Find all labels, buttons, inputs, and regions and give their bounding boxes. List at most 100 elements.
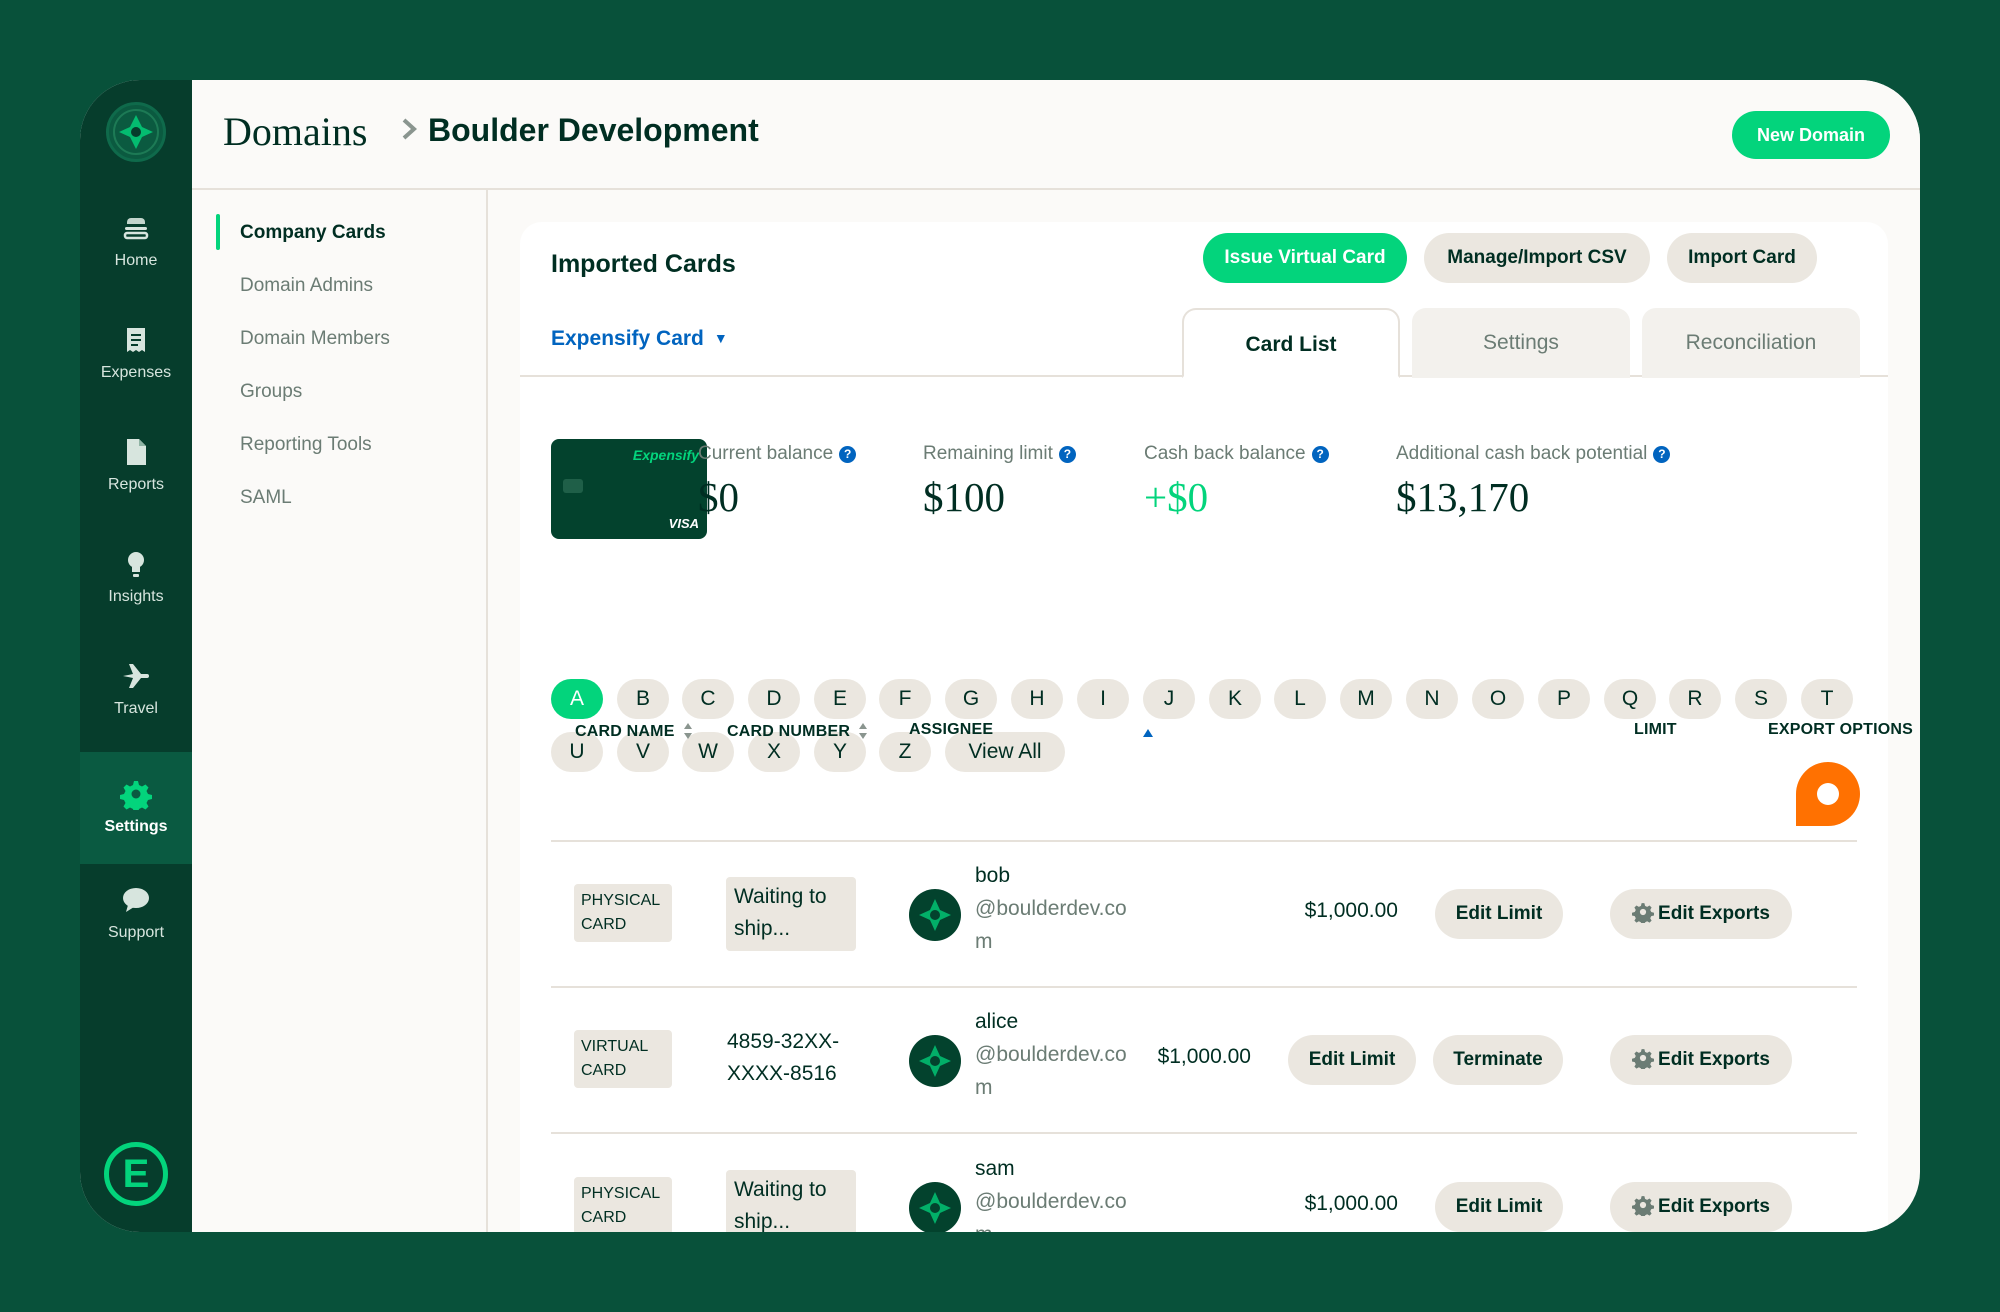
manage-import-csv-button[interactable]: Manage/Import CSV [1424, 233, 1650, 283]
chat-bubble-icon [123, 888, 149, 912]
letter-filter-button[interactable]: F [879, 679, 931, 719]
stat-value: $13,170 [1396, 474, 1530, 520]
letter-filter-button[interactable]: I [1077, 679, 1129, 719]
letter-filter-button[interactable]: G [945, 679, 997, 719]
card-type-line: VIRTUAL [581, 1038, 649, 1055]
button-label: Edit Exports [1658, 1049, 1770, 1070]
letter-filter-button[interactable]: D [748, 679, 800, 719]
edit-exports-button[interactable]: Edit Exports [1610, 1182, 1792, 1232]
letter-filter-button[interactable]: R [1669, 679, 1721, 719]
imported-cards-panel: Imported Cards Issue Virtual Card Manage… [520, 222, 1913, 1232]
subnav-saml[interactable]: SAML [240, 487, 292, 509]
button-label: Edit Exports [1658, 903, 1770, 924]
chat-launcher-icon[interactable] [1796, 762, 1860, 826]
gear-icon [120, 781, 152, 810]
letter-filter-button[interactable]: K [1209, 679, 1261, 719]
help-icon[interactable]: ? [839, 446, 857, 463]
stat-value: +$0 [1144, 474, 1209, 520]
card-number: 4859-32XX- XXXX-8516 [727, 1026, 839, 1090]
card-type-tag: PHYSICAL CARD [574, 884, 672, 942]
issue-virtual-card-button[interactable]: Issue Virtual Card [1203, 233, 1407, 283]
nav-reports[interactable]: Reports [80, 410, 192, 522]
nav-home[interactable]: Home [80, 186, 192, 298]
letter-filter-button[interactable]: M [1340, 679, 1392, 719]
letter-filter-button[interactable]: A [551, 679, 603, 719]
help-icon[interactable]: ? [1653, 446, 1671, 463]
stat-label: Cash back balance [1144, 443, 1306, 464]
table-divider [551, 1132, 1857, 1134]
document-icon [127, 439, 146, 465]
letter-filter-button[interactable]: J [1143, 679, 1195, 719]
card-feed-dropdown[interactable]: Expensify Card ▼ [551, 327, 728, 351]
breadcrumb-domains[interactable]: Domains [223, 108, 367, 155]
edit-exports-button[interactable]: Edit Exports [1610, 889, 1792, 939]
assignee-info: bob @boulderdev.co m [975, 859, 1165, 958]
letter-filter-button[interactable]: N [1406, 679, 1458, 719]
assignee-info: sam @boulderdev.co m [975, 1152, 1165, 1232]
help-icon[interactable]: ? [1058, 446, 1076, 463]
tab-card-list[interactable]: Card List [1182, 308, 1400, 378]
new-domain-button[interactable]: New Domain [1732, 111, 1890, 159]
nav-label: Expenses [100, 364, 172, 381]
letter-filter-button[interactable]: H [1011, 679, 1063, 719]
nav-expenses[interactable]: Expenses [80, 298, 192, 410]
terminate-button[interactable]: Terminate [1433, 1035, 1563, 1085]
sort-icon [859, 723, 868, 739]
header-card-name[interactable]: CARD NAME [575, 721, 693, 741]
column-header-label: CARD NAME [575, 723, 675, 740]
help-icon[interactable]: ? [1311, 446, 1329, 463]
letter-filter-button[interactable]: S [1735, 679, 1787, 719]
panel-title: Imported Cards [551, 250, 736, 278]
letter-filter-button[interactable]: B [617, 679, 669, 719]
edit-limit-button[interactable]: Edit Limit [1435, 1182, 1563, 1232]
subnav-reporting-tools[interactable]: Reporting Tools [240, 434, 372, 456]
stat-additional-cash-back: Additional cash back potential? $13,170 [1396, 443, 1671, 521]
header-assignee[interactable]: ASSIGNEE [909, 721, 993, 739]
nav-settings[interactable]: Settings [80, 752, 192, 864]
airplane-icon [123, 664, 149, 688]
subnav-domain-members[interactable]: Domain Members [240, 328, 390, 350]
tab-reconciliation[interactable]: Reconciliation [1642, 308, 1860, 378]
nav-label: Reports [107, 476, 165, 493]
import-card-button[interactable]: Import Card [1667, 233, 1817, 283]
header-export-options: EXPORT OPTIONS [1768, 721, 1913, 739]
assignee-name: alice [975, 1010, 1019, 1033]
stat-remaining-limit: Remaining limit? $100 [923, 443, 1076, 521]
card-type-tag: VIRTUAL CARD [574, 1030, 672, 1088]
assignee-email: m [975, 930, 993, 953]
nav-travel[interactable]: Travel [80, 634, 192, 746]
workspace-avatar[interactable] [106, 102, 166, 162]
edit-exports-button[interactable]: Edit Exports [1610, 1035, 1792, 1085]
tab-settings[interactable]: Settings [1412, 308, 1630, 378]
edit-limit-button[interactable]: Edit Limit [1288, 1035, 1416, 1085]
edit-limit-button[interactable]: Edit Limit [1435, 889, 1563, 939]
letter-filter-button[interactable]: O [1472, 679, 1524, 719]
nav-insights[interactable]: Insights [80, 522, 192, 634]
subnav-domain-admins[interactable]: Domain Admins [240, 275, 373, 297]
subnav-company-cards[interactable]: Company Cards [240, 222, 386, 244]
subnav-groups[interactable]: Groups [240, 381, 302, 403]
stat-label: Additional cash back potential [1396, 443, 1648, 464]
letter-filter-button[interactable]: L [1274, 679, 1326, 719]
assignee-email: m [975, 1076, 993, 1099]
assignee-name: bob [975, 864, 1011, 887]
letter-filter-button[interactable]: Q [1604, 679, 1656, 719]
nav-label: Settings [104, 818, 168, 835]
column-header-label: CARD NUMBER [727, 723, 851, 740]
letter-filter-button[interactable]: E [814, 679, 866, 719]
card-chip [563, 479, 583, 493]
letter-filter-button[interactable]: P [1538, 679, 1590, 719]
card-brand: Expensify [632, 447, 699, 463]
column-header-label: LIMIT [1634, 721, 1677, 738]
nav-support[interactable]: Support [80, 858, 192, 970]
stat-current-balance: Current balance? $0 [698, 443, 857, 521]
letter-filter-button[interactable]: C [682, 679, 734, 719]
stat-value: $0 [698, 474, 739, 520]
card-number-line: Waiting to [734, 885, 827, 908]
page-header: Domains Boulder Development New Domain [192, 80, 1920, 190]
avatar-icon [919, 1192, 951, 1224]
header-card-number[interactable]: CARD NUMBER [727, 721, 868, 741]
card-number-line: ship... [734, 917, 791, 940]
card-type-line: CARD [581, 1209, 627, 1226]
letter-filter-button[interactable]: T [1801, 679, 1853, 719]
